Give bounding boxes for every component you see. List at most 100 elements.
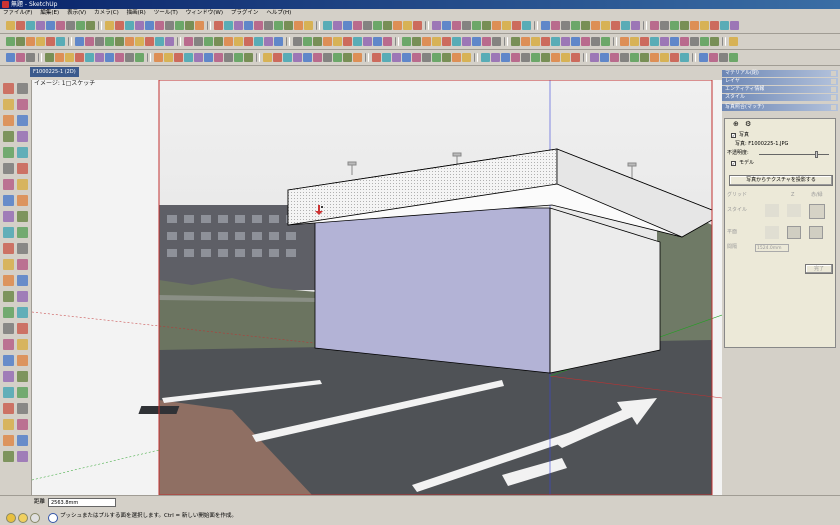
- tool-button-icon[interactable]: [710, 21, 719, 30]
- tool-button-icon[interactable]: [719, 53, 728, 62]
- tool-button-icon[interactable]: [710, 37, 719, 46]
- grid-spacing-input[interactable]: 1524.0mm: [755, 244, 789, 252]
- tool-button-icon[interactable]: [403, 21, 412, 30]
- tool-button-icon[interactable]: [472, 37, 481, 46]
- tool-button-icon[interactable]: [382, 53, 391, 62]
- tool-button-icon[interactable]: [690, 21, 699, 30]
- tool-button-icon[interactable]: [670, 37, 679, 46]
- tool-button-icon[interactable]: [660, 37, 669, 46]
- tool-button-icon[interactable]: [363, 21, 372, 30]
- left-tool-button-icon[interactable]: [3, 355, 14, 366]
- tool-button-icon[interactable]: [65, 53, 74, 62]
- tool-button-icon[interactable]: [273, 53, 282, 62]
- tool-button-icon[interactable]: [640, 37, 649, 46]
- tool-button-icon[interactable]: [531, 37, 540, 46]
- tool-button-icon[interactable]: [522, 21, 531, 30]
- tool-button-icon[interactable]: [561, 21, 570, 30]
- tool-button-icon[interactable]: [650, 37, 659, 46]
- tool-button-icon[interactable]: [36, 21, 45, 30]
- plane-green-blue-icon[interactable]: [809, 226, 823, 239]
- tool-button-icon[interactable]: [353, 37, 362, 46]
- tool-button-icon[interactable]: [214, 21, 223, 30]
- grid-style-inside-icon[interactable]: [765, 204, 779, 217]
- model-front-face[interactable]: [314, 207, 551, 374]
- tool-button-icon[interactable]: [571, 37, 580, 46]
- tool-button-icon[interactable]: [224, 37, 233, 46]
- tool-button-icon[interactable]: [125, 37, 134, 46]
- tool-button-icon[interactable]: [333, 53, 342, 62]
- tool-button-icon[interactable]: [353, 53, 362, 62]
- tool-button-icon[interactable]: [511, 53, 520, 62]
- left-tool-button-icon[interactable]: [17, 387, 28, 398]
- opacity-slider-track[interactable]: [759, 154, 829, 155]
- tool-button-icon[interactable]: [95, 53, 104, 62]
- tool-button-icon[interactable]: [343, 53, 352, 62]
- tool-button-icon[interactable]: [630, 37, 639, 46]
- tool-button-icon[interactable]: [323, 53, 332, 62]
- plane-red-green-icon[interactable]: [765, 226, 779, 239]
- left-tool-button-icon[interactable]: [3, 259, 14, 270]
- tool-button-icon[interactable]: [610, 53, 619, 62]
- left-tool-button-icon[interactable]: [3, 211, 14, 222]
- tool-button-icon[interactable]: [204, 53, 213, 62]
- tool-button-icon[interactable]: [86, 21, 95, 30]
- tool-button-icon[interactable]: [16, 53, 25, 62]
- tool-button-icon[interactable]: [6, 37, 15, 46]
- tool-button-icon[interactable]: [462, 37, 471, 46]
- tool-button-icon[interactable]: [383, 37, 392, 46]
- tool-button-icon[interactable]: [125, 21, 134, 30]
- tool-button-icon[interactable]: [412, 37, 421, 46]
- tool-button-icon[interactable]: [551, 53, 560, 62]
- tool-button-icon[interactable]: [700, 21, 709, 30]
- tool-button-icon[interactable]: [541, 53, 550, 62]
- tool-button-icon[interactable]: [293, 37, 302, 46]
- viewport-3d[interactable]: [32, 80, 722, 495]
- left-tool-button-icon[interactable]: [3, 195, 14, 206]
- tool-button-icon[interactable]: [303, 37, 312, 46]
- tool-button-icon[interactable]: [234, 21, 243, 30]
- tool-button-icon[interactable]: [175, 21, 184, 30]
- tool-button-icon[interactable]: [729, 53, 738, 62]
- grid-radio-z-label[interactable]: Z: [791, 192, 794, 199]
- left-tool-button-icon[interactable]: [3, 451, 14, 462]
- tool-button-icon[interactable]: [363, 37, 372, 46]
- tool-button-icon[interactable]: [402, 53, 411, 62]
- tool-button-icon[interactable]: [135, 21, 144, 30]
- tool-button-icon[interactable]: [402, 37, 411, 46]
- tool-button-icon[interactable]: [244, 21, 253, 30]
- tray-header-layers[interactable]: レイヤ: [722, 78, 838, 85]
- model-checkbox[interactable]: ✓: [731, 161, 736, 166]
- grid-style-outside-icon[interactable]: [809, 204, 825, 219]
- tool-button-icon[interactable]: [650, 21, 659, 30]
- tool-button-icon[interactable]: [184, 53, 193, 62]
- tool-button-icon[interactable]: [392, 53, 401, 62]
- tool-button-icon[interactable]: [442, 21, 451, 30]
- left-tool-button-icon[interactable]: [17, 83, 28, 94]
- tool-button-icon[interactable]: [105, 37, 114, 46]
- tool-button-icon[interactable]: [442, 53, 451, 62]
- tool-button-icon[interactable]: [561, 37, 570, 46]
- tool-button-icon[interactable]: [699, 53, 708, 62]
- left-tool-button-icon[interactable]: [3, 115, 14, 126]
- tool-button-icon[interactable]: [195, 21, 204, 30]
- left-tool-button-icon[interactable]: [17, 419, 28, 430]
- tool-button-icon[interactable]: [383, 21, 392, 30]
- menu-camera[interactable]: カメラ(C): [91, 9, 122, 18]
- left-tool-button-icon[interactable]: [17, 307, 28, 318]
- tool-button-icon[interactable]: [26, 53, 35, 62]
- left-tool-button-icon[interactable]: [17, 339, 28, 350]
- left-tool-button-icon[interactable]: [17, 451, 28, 462]
- left-tool-button-icon[interactable]: [17, 115, 28, 126]
- left-tool-button-icon[interactable]: [17, 163, 28, 174]
- left-tool-button-icon[interactable]: [3, 147, 14, 158]
- settings-gear-icon[interactable]: ⚙: [745, 121, 751, 128]
- tool-button-icon[interactable]: [680, 53, 689, 62]
- tool-button-icon[interactable]: [491, 53, 500, 62]
- tool-button-icon[interactable]: [581, 37, 590, 46]
- tool-button-icon[interactable]: [571, 21, 580, 30]
- tool-button-icon[interactable]: [145, 21, 154, 30]
- tool-button-icon[interactable]: [115, 21, 124, 30]
- tool-button-icon[interactable]: [720, 21, 729, 30]
- tool-button-icon[interactable]: [224, 21, 233, 30]
- tool-button-icon[interactable]: [174, 53, 183, 62]
